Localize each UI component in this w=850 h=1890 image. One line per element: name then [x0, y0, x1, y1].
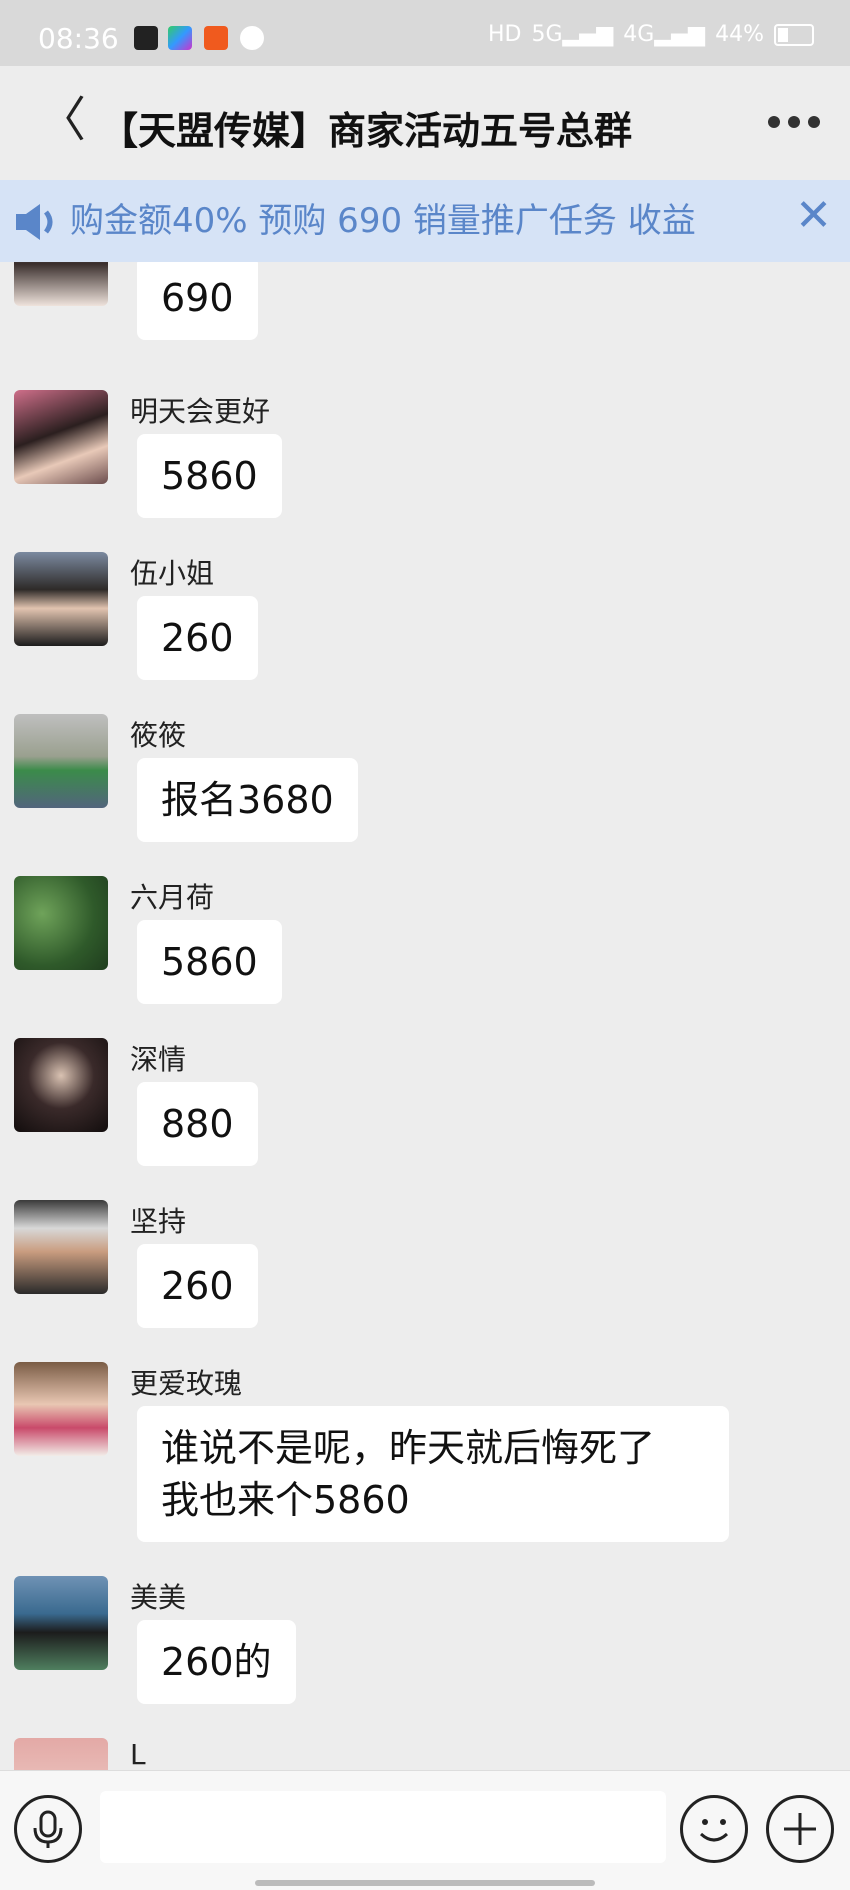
message-item: 美美 260的: [0, 1576, 850, 1712]
sender-name: 深情: [130, 1043, 187, 1076]
message-bubble[interactable]: 谁说不是呢，昨天就后悔死了 我也来个5860: [137, 1406, 729, 1542]
avatar[interactable]: [14, 876, 108, 970]
message-bubble[interactable]: 260的: [137, 1620, 296, 1704]
message-bubble[interactable]: 5860: [137, 920, 282, 1004]
input-bar: [0, 1770, 850, 1890]
message-line: 谁说不是呢，昨天就后悔死了: [161, 1426, 656, 1470]
app-orange-notification-icon: [204, 26, 228, 50]
message-item: 筱筱 报名3680: [0, 714, 850, 850]
home-indicator[interactable]: [255, 1880, 595, 1886]
message-bubble[interactable]: 260: [137, 596, 258, 680]
message-item: 更爱玫瑰 谁说不是呢，昨天就后悔死了 我也来个5860: [0, 1362, 850, 1562]
battery-percent: 44%: [715, 22, 764, 47]
compass-notification-icon: [240, 26, 264, 50]
message-item: 深情 880: [0, 1038, 850, 1174]
plus-icon[interactable]: [766, 1795, 834, 1863]
avatar[interactable]: [14, 1038, 108, 1132]
4g-signal-icon: 4G▂▄▆: [623, 22, 706, 47]
message-line: 我也来个5860: [161, 1478, 410, 1522]
avatar[interactable]: [14, 1200, 108, 1294]
status-bar: 08:36 HD 5G▂▄▆ 4G▂▄▆ 44%: [0, 0, 850, 66]
message-input[interactable]: [100, 1791, 666, 1863]
message-bubble[interactable]: 260: [137, 1244, 258, 1328]
avatar[interactable]: [14, 1362, 108, 1456]
message-bubble[interactable]: 5860: [137, 434, 282, 518]
group-title: 【天盟传媒】商家活动五号总群: [100, 109, 633, 153]
sender-name: 明天会更好: [130, 395, 271, 428]
avatar[interactable]: [14, 262, 108, 306]
message-item: 明天会更好 5860: [0, 390, 850, 526]
status-time: 08:36: [38, 22, 119, 55]
chevron-left-icon[interactable]: 〈: [38, 96, 86, 144]
avatar[interactable]: [14, 390, 108, 484]
app-notification-icon: [134, 26, 158, 50]
sender-name: L: [130, 1738, 146, 1770]
more-dots-icon[interactable]: [768, 116, 820, 128]
avatar[interactable]: [14, 714, 108, 808]
speaker-icon: [16, 204, 53, 240]
smiley-icon[interactable]: [680, 1795, 748, 1863]
chat-header: 〈 【天盟传媒】商家活动五号总群: [0, 66, 850, 180]
close-icon[interactable]: ✕: [795, 194, 832, 238]
message-item: 690: [0, 262, 850, 360]
battery-icon: [774, 23, 814, 46]
microphone-icon[interactable]: [14, 1795, 82, 1863]
avatar[interactable]: [14, 1576, 108, 1670]
sender-name: 更爱玫瑰: [130, 1367, 243, 1400]
iqiyi-notification-icon: [168, 26, 192, 50]
sender-name: 六月荷: [130, 881, 215, 914]
sender-name: 伍小姐: [130, 557, 215, 590]
sender-name: 筱筱: [130, 719, 187, 752]
announcement-bar[interactable]: 购金额40% 预购 690 销量推广任务 收益 ✕: [0, 180, 850, 262]
message-item: 六月荷 5860: [0, 876, 850, 1012]
status-right-group: HD 5G▂▄▆ 4G▂▄▆ 44%: [488, 22, 814, 47]
hd-indicator: HD: [487, 22, 522, 47]
message-bubble[interactable]: 报名3680: [137, 758, 358, 842]
message-item: 坚持 260: [0, 1200, 850, 1336]
avatar[interactable]: [14, 552, 108, 646]
5g-signal-icon: 5G▂▄▆: [531, 22, 614, 47]
message-item: 伍小姐 260: [0, 552, 850, 688]
message-item: L: [0, 1738, 850, 1770]
message-bubble[interactable]: 690: [137, 262, 258, 340]
avatar[interactable]: [14, 1738, 108, 1770]
announcement-text: 购金额40% 预购 690 销量推广任务 收益: [70, 201, 696, 241]
sender-name: 坚持: [130, 1205, 187, 1238]
message-list[interactable]: 690 明天会更好 5860 伍小姐 260 筱筱 报名3680 六月荷 586…: [0, 262, 850, 1770]
sender-name: 美美: [130, 1581, 187, 1614]
message-bubble[interactable]: 880: [137, 1082, 258, 1166]
